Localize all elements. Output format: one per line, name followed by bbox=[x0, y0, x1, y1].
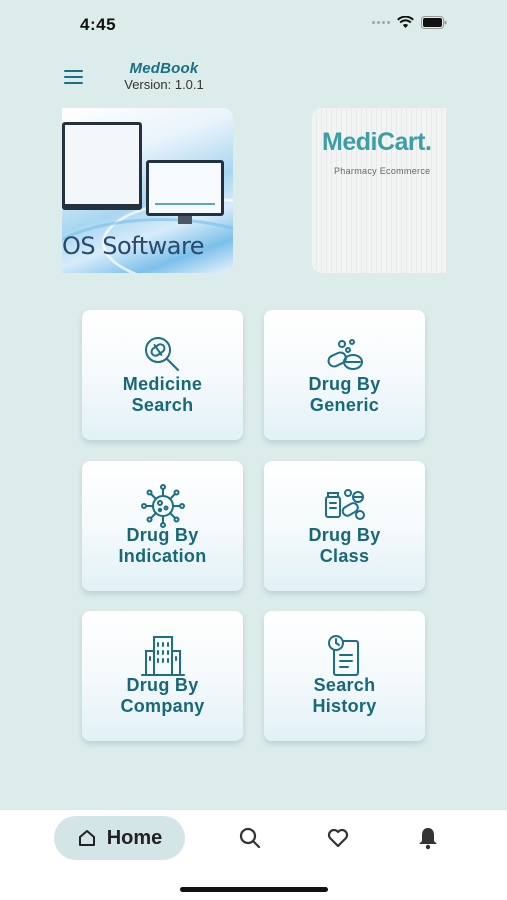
drug-by-indication-tile[interactable]: Drug By Indication bbox=[82, 461, 243, 591]
drug-by-generic-tile[interactable]: Drug By Generic bbox=[264, 310, 425, 440]
medicine-search-icon bbox=[144, 337, 179, 371]
banner-medicart[interactable]: MediCart. Pharmacy Ecommerce bbox=[312, 108, 447, 273]
home-icon bbox=[78, 830, 95, 846]
bell-icon[interactable] bbox=[416, 826, 440, 850]
nav-home-label: Home bbox=[106, 826, 163, 849]
nav-home-button[interactable]: Home bbox=[54, 816, 185, 860]
banner-title: MediCart. bbox=[322, 128, 432, 156]
virus-icon bbox=[140, 484, 185, 528]
search-icon[interactable] bbox=[238, 826, 262, 850]
status-time: 4:45 bbox=[80, 15, 117, 34]
tile-label: Drug By Indication bbox=[118, 525, 207, 566]
status-bar: 4:45 bbox=[0, 0, 507, 50]
building-icon bbox=[140, 636, 185, 676]
search-history-tile[interactable]: Search History bbox=[264, 611, 425, 741]
banner-subtitle: Pharmacy Ecommerce bbox=[334, 166, 431, 176]
drug-by-company-tile[interactable]: Drug By Company bbox=[82, 611, 243, 741]
menu-icon[interactable] bbox=[64, 67, 86, 87]
tile-label: Drug By Company bbox=[120, 675, 205, 716]
tile-label: Drug By Generic bbox=[308, 374, 381, 415]
battery-icon bbox=[421, 16, 447, 29]
status-icons bbox=[372, 16, 447, 29]
app-title: MedBook bbox=[129, 60, 199, 77]
banner-pos-software[interactable]: OS Software bbox=[62, 108, 233, 273]
app-version: Version: 1.0.1 bbox=[124, 77, 204, 92]
wifi-icon bbox=[397, 16, 414, 28]
monitor-image bbox=[146, 160, 224, 216]
tile-label: Drug By Class bbox=[308, 525, 381, 566]
heart-icon[interactable] bbox=[326, 826, 350, 850]
home-indicator bbox=[180, 887, 328, 892]
drug-by-class-tile[interactable]: Drug By Class bbox=[264, 461, 425, 591]
banner-text: OS Software bbox=[62, 232, 205, 260]
tile-label: Search History bbox=[312, 675, 377, 716]
tile-label: Medicine Search bbox=[122, 374, 203, 415]
medicine-search-tile[interactable]: Medicine Search bbox=[82, 310, 243, 440]
cellular-signal-icon bbox=[372, 21, 390, 24]
medication-class-icon bbox=[324, 489, 365, 520]
bottom-nav: Home bbox=[0, 810, 507, 900]
laptop-image bbox=[62, 122, 142, 210]
pills-icon bbox=[327, 339, 363, 370]
history-clipboard-icon bbox=[327, 635, 359, 676]
